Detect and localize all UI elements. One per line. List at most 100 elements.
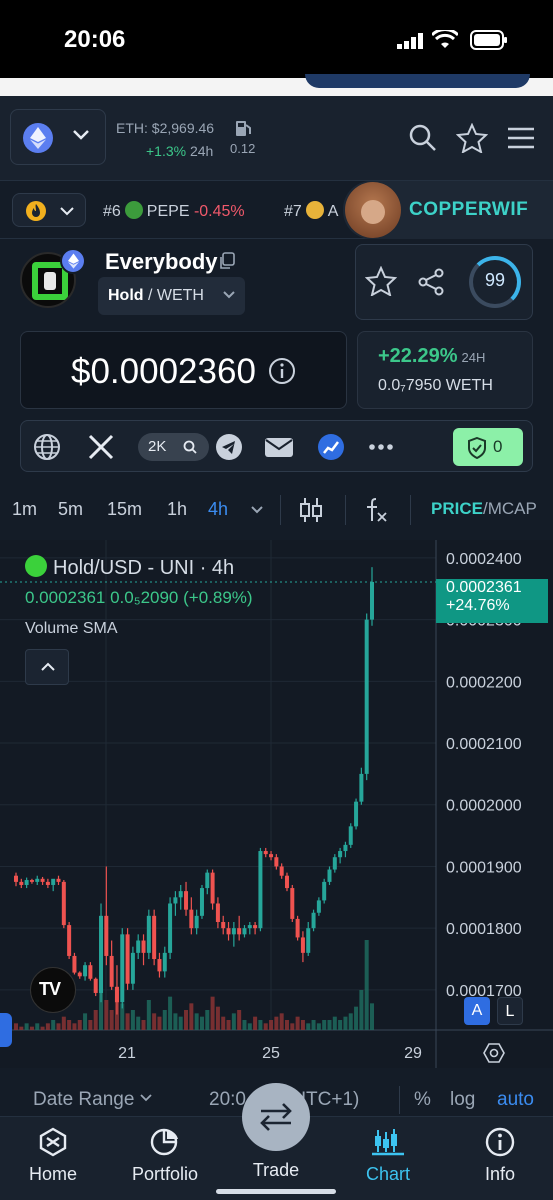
email-icon[interactable] — [264, 433, 294, 461]
auto-scale-toggle[interactable]: auto — [497, 1089, 534, 1111]
volume-bar — [364, 940, 369, 1030]
twitter-followers[interactable]: 2K — [138, 433, 209, 461]
volume-bar — [162, 1010, 167, 1030]
pepe-icon — [124, 201, 143, 219]
x-tick-label: 25 — [262, 1045, 280, 1062]
pair-selector[interactable]: Hold / WETH — [98, 277, 245, 315]
volume-bar — [40, 1026, 45, 1030]
timeframe-5m[interactable]: 5m — [58, 499, 83, 520]
favorite-star-icon[interactable] — [365, 266, 397, 296]
chart-app-icon[interactable] — [317, 433, 345, 461]
divider — [399, 1086, 400, 1114]
volume-bar — [19, 1026, 24, 1030]
candle-body — [136, 940, 141, 953]
volume-bar — [274, 1016, 279, 1030]
candle-body — [173, 897, 178, 904]
share-icon[interactable] — [417, 268, 445, 296]
battery-icon — [470, 30, 507, 50]
auto-scale-button[interactable]: A — [464, 997, 490, 1025]
volume-bar — [168, 996, 173, 1030]
price-chart[interactable]: 0.00024000.00023000.00022000.00021000.00… — [0, 540, 553, 1068]
price-weth: 0.0₇7950 WETH — [378, 377, 493, 394]
candlestick-type-icon[interactable] — [298, 496, 324, 524]
candle-body — [114, 986, 119, 1003]
token-score[interactable]: 99 — [469, 256, 521, 308]
candle-body — [93, 978, 98, 993]
chevron-down-icon[interactable] — [250, 505, 264, 515]
x-twitter-icon[interactable] — [87, 433, 115, 461]
candle-body — [354, 801, 359, 827]
ticker-item-7[interactable]: #7 A — [284, 201, 338, 221]
timeframe-15m[interactable]: 15m — [107, 499, 142, 520]
token-name: Everybody — [105, 249, 218, 274]
volume-bar — [253, 1016, 258, 1030]
trending-ticker: #6 PEPE -0.45% #7 A COPPERWIF — [0, 181, 553, 239]
candle-body — [168, 903, 173, 953]
side-panel-handle[interactable] — [0, 1013, 12, 1047]
candle-body — [295, 918, 300, 938]
candle-body — [184, 891, 189, 910]
nav-info[interactable]: Info — [450, 1127, 550, 1185]
divider — [410, 495, 411, 525]
nav-chart[interactable]: Chart — [338, 1127, 438, 1185]
audit-button[interactable]: 0 — [453, 428, 523, 466]
fire-icon — [26, 201, 46, 221]
volume-bar — [311, 1020, 316, 1030]
featured-token[interactable]: COPPERWIF — [343, 181, 553, 239]
settings-hexagon-icon[interactable] — [483, 1042, 505, 1064]
last-price-tag: 0.0002361 +24.76% — [436, 579, 548, 623]
telegram-icon[interactable] — [215, 433, 243, 461]
timeframe-4h[interactable]: 4h — [208, 499, 228, 520]
collapse-legend-button[interactable] — [25, 649, 69, 685]
log-scale-toggle[interactable]: log — [450, 1089, 475, 1111]
copy-icon[interactable] — [219, 252, 235, 270]
timeframe-1h[interactable]: 1h — [167, 499, 187, 520]
chain-selector[interactable] — [10, 109, 106, 165]
chart-legend-values: 0.0002361 0.0₅2090 (+0.89%) — [25, 588, 253, 607]
nav-portfolio[interactable]: Portfolio — [115, 1127, 215, 1185]
chevron-down-icon — [60, 207, 74, 216]
search-icon[interactable] — [408, 123, 438, 153]
volume-bar — [343, 1016, 348, 1030]
trending-selector[interactable] — [12, 193, 86, 227]
nav-home[interactable]: Home — [3, 1127, 103, 1185]
candle-body — [157, 959, 162, 972]
volume-bar — [205, 1010, 210, 1030]
menu-icon[interactable] — [506, 123, 536, 153]
date-range-selector[interactable]: Date Range — [33, 1089, 152, 1111]
swap-arrows-icon — [260, 1103, 292, 1131]
info-icon[interactable] — [267, 356, 297, 386]
token-price: $0.0002360 — [71, 352, 256, 391]
indicators-fx-icon[interactable] — [364, 495, 390, 525]
log-scale-button[interactable]: L — [497, 997, 523, 1025]
price-box: $0.0002360 — [20, 331, 347, 409]
candle-body — [146, 915, 151, 953]
more-icon[interactable] — [367, 433, 395, 461]
candle-body — [61, 881, 66, 926]
price-mcap-toggle[interactable]: PRICE/MCAP — [431, 499, 537, 519]
volume-bar — [226, 1020, 231, 1030]
volume-bar — [35, 1023, 40, 1030]
volume-bar — [300, 1020, 305, 1030]
volume-bar — [83, 1013, 88, 1030]
volume-bar — [61, 1016, 66, 1030]
website-globe-icon[interactable] — [33, 433, 61, 461]
candle-body — [51, 878, 56, 885]
timeframe-1m[interactable]: 1m — [12, 499, 37, 520]
volume-bar — [221, 1016, 226, 1030]
candle-body — [141, 940, 146, 953]
token-icon — [305, 201, 324, 219]
eth-price: ETH: $2,969.46 — [116, 120, 215, 136]
candle-body — [274, 857, 279, 867]
trade-button[interactable] — [242, 1083, 310, 1151]
volume-bar — [24, 1023, 29, 1030]
volume-bar — [93, 1010, 98, 1030]
tradingview-logo[interactable]: TV — [30, 967, 76, 1013]
volume-bar — [215, 1006, 220, 1030]
ticker-item-pepe[interactable]: #6 PEPE -0.45% — [103, 201, 245, 221]
volume-sma-label: Volume SMA — [25, 620, 118, 637]
star-icon[interactable] — [456, 123, 488, 153]
x-tick-label: 21 — [118, 1045, 136, 1062]
percent-scale-toggle[interactable]: % — [414, 1089, 431, 1111]
candle-body — [189, 909, 194, 929]
